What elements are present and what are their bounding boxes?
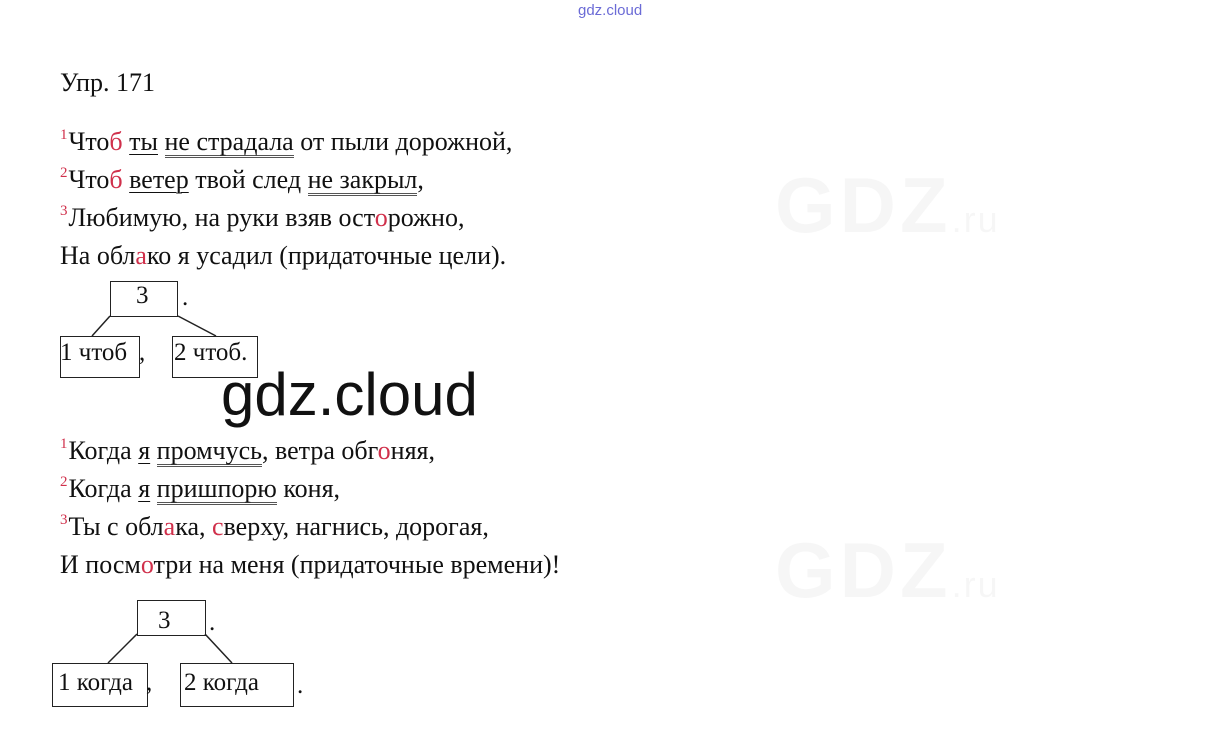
poem2-line-4: И посмотри на меня (придаточные времени)… <box>60 550 561 579</box>
scheme2-right-clause: 2 когда <box>184 669 259 696</box>
scheme2-main-clause: 3 <box>158 607 171 634</box>
poem2-line-3: 3Ты с облака, сверху, нагнись, дорогая, <box>60 512 489 541</box>
poem2-line-2: 2Когда я пришпорю коня, <box>60 474 341 505</box>
scheme1-left-clause: 1 чтоб <box>60 339 128 366</box>
center-watermark: gdz.cloud <box>221 361 478 428</box>
scheme2-comma: , <box>146 669 153 696</box>
scheme1-main-clause: 3 <box>136 282 149 309</box>
scheme2-left-clause: 1 когда <box>58 669 133 696</box>
scheme2-dot: . <box>209 609 216 636</box>
predicate: промчусь <box>156 436 263 467</box>
poem2-line-1: 1Когда я промчусь, ветра обгоняя, <box>60 436 435 467</box>
scheme2-end-dot: . <box>297 672 304 699</box>
scheme1-dot: . <box>182 284 189 311</box>
scheme1-comma: , <box>139 339 146 366</box>
subject: я <box>138 436 151 465</box>
subject: я <box>138 474 151 503</box>
scheme2-main-clause-box <box>137 600 206 636</box>
predicate: пришпорю <box>156 474 277 505</box>
